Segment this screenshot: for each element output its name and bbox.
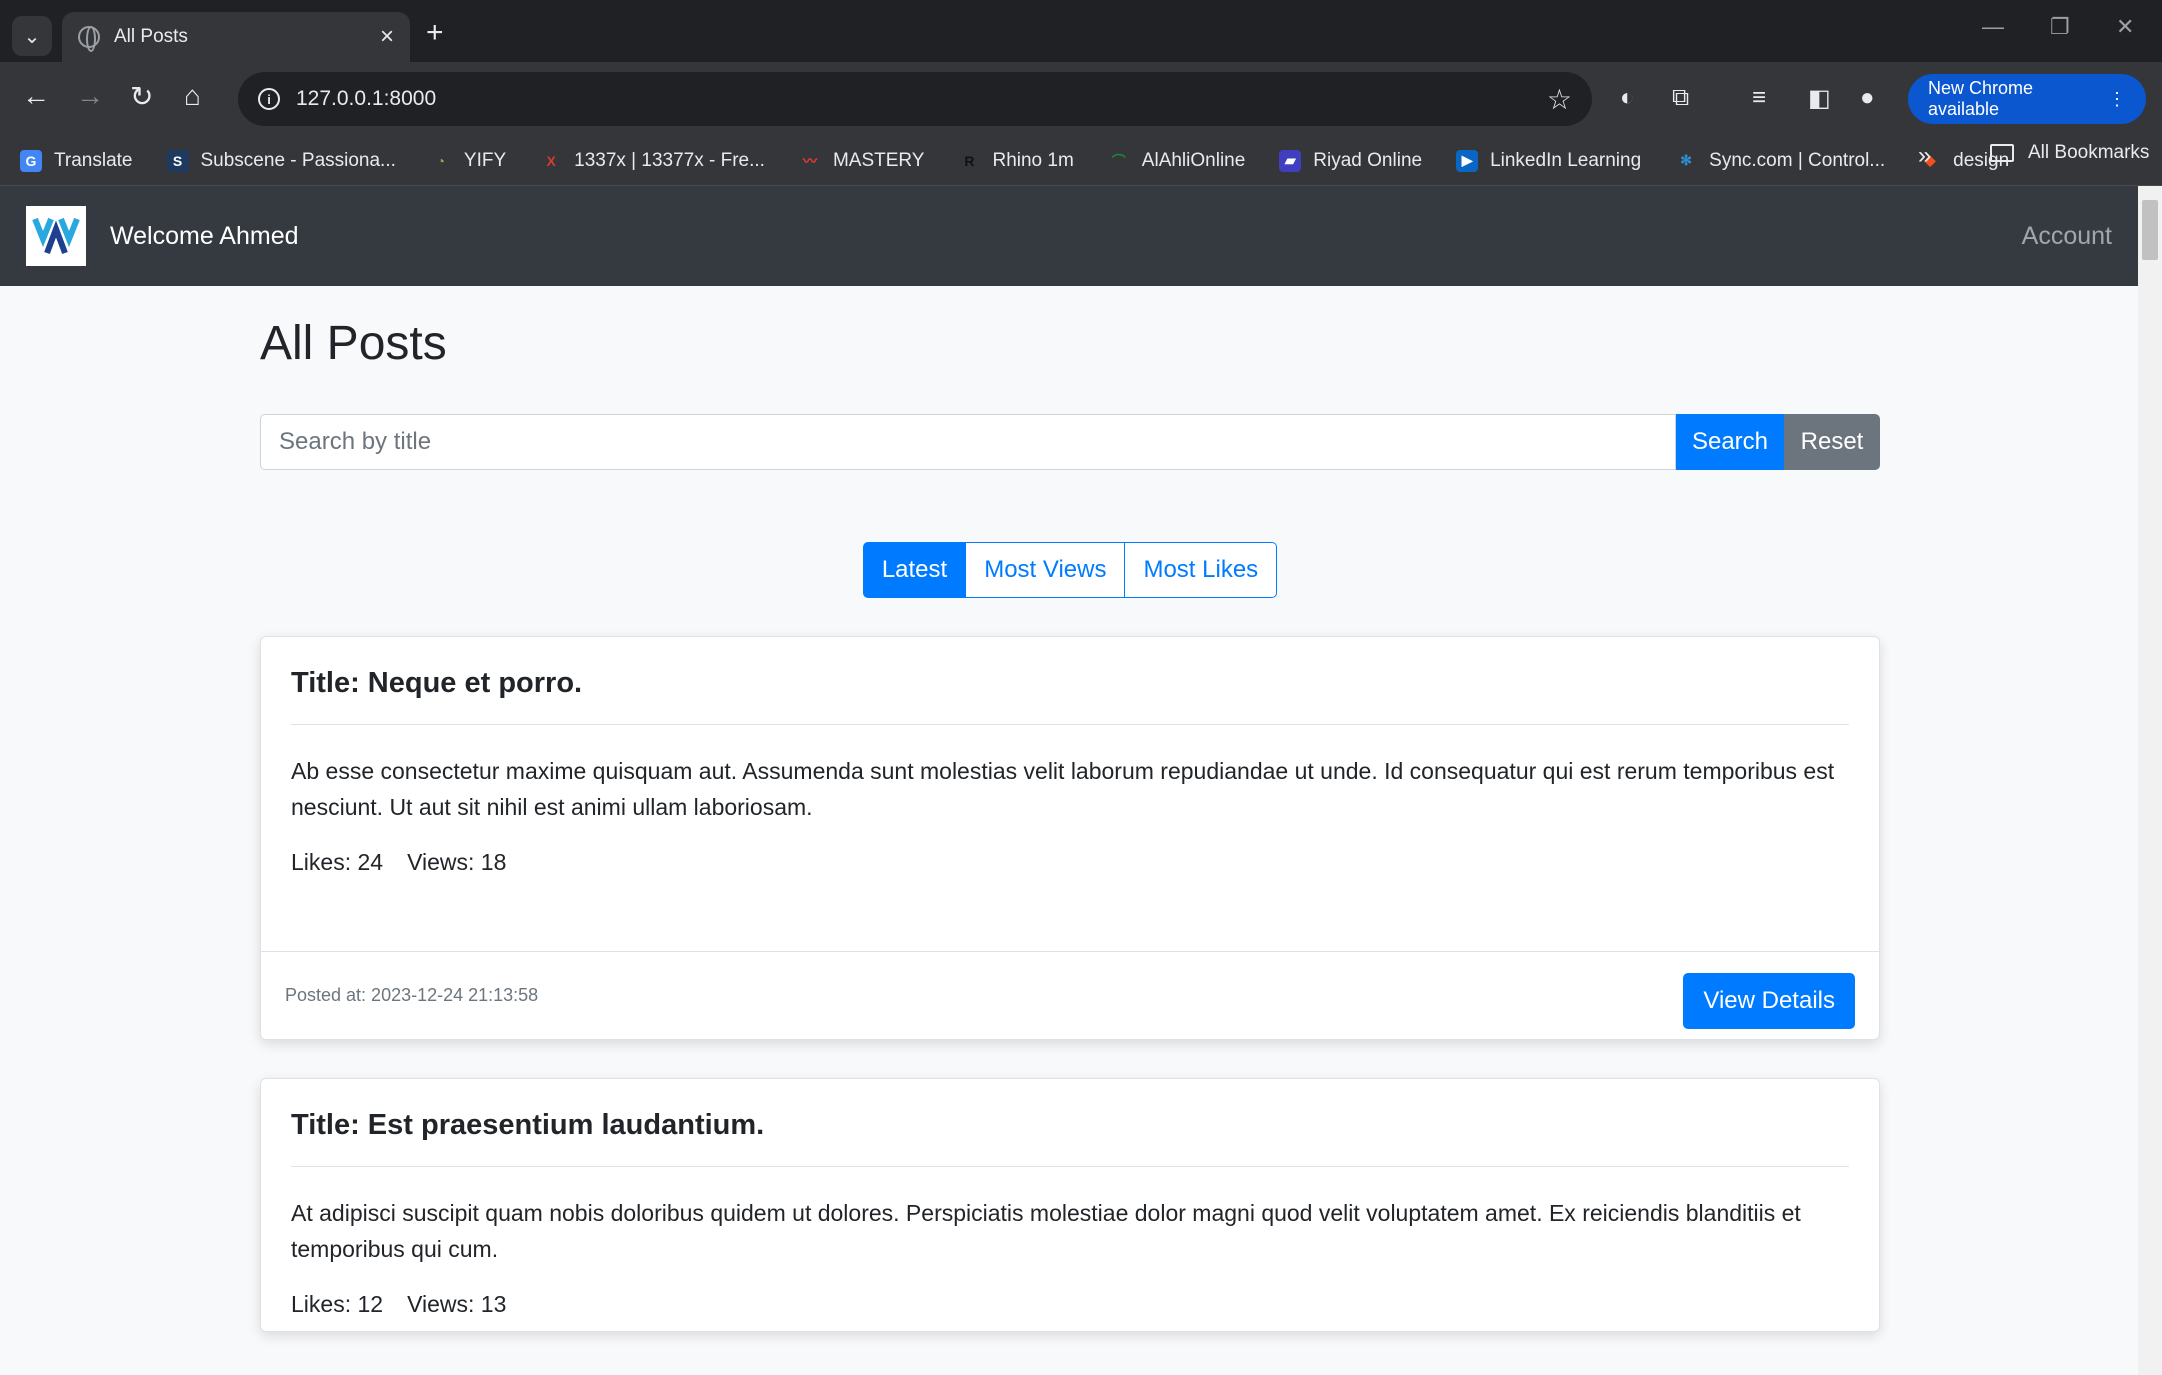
google-translate-icon: G <box>20 149 42 172</box>
new-tab-plus-icon[interactable]: + <box>426 16 444 50</box>
chevron-double-right-icon[interactable]: » <box>1918 142 1931 170</box>
site-info-icon[interactable]: i <box>258 88 280 110</box>
sort-button-group: Latest Most Views Most Likes <box>260 542 1880 598</box>
subscene-icon: S <box>166 149 189 172</box>
main-container: All Posts Search Reset Latest Most Views… <box>260 286 1880 1332</box>
yify-icon: ◔ <box>436 152 446 169</box>
post-views: Views: 18 <box>407 849 507 875</box>
media-queue-icon[interactable]: ≡ <box>1752 84 1766 112</box>
bookmark-item[interactable]: ✻ Sync.com | Control... <box>1675 150 1885 172</box>
browser-tab[interactable]: All Posts × <box>62 12 410 62</box>
folder-icon <box>1990 144 2014 162</box>
close-icon[interactable]: × <box>380 23 394 51</box>
post-timestamp: Posted at: 2023-12-24 21:13:58 <box>285 985 539 1005</box>
extension-shield-icon[interactable]: ◐ <box>1620 84 1635 112</box>
all-bookmarks-button[interactable]: All Bookmarks <box>1990 142 2149 164</box>
bookmark-item[interactable]: ◔ YIFY <box>430 150 506 172</box>
bookmark-item[interactable]: 〰 MASTERY <box>799 150 925 172</box>
new-chrome-available-button[interactable]: New Chrome available ⋮ <box>1908 74 2146 124</box>
post-card-body: Title: Est praesentium laudantium. At ad… <box>261 1079 1879 1331</box>
post-title: Title: Est praesentium laudantium. <box>291 1109 1849 1167</box>
post-stats: Likes: 24 Views: 18 <box>291 849 1849 889</box>
1337x-icon: X <box>546 152 556 169</box>
minimize-icon[interactable]: — <box>1982 14 2004 40</box>
linkedin-learning-icon: ▶ <box>1456 149 1479 172</box>
bookmark-item[interactable]: ⌒ AlAhliOnline <box>1108 150 1246 172</box>
page-viewport: Welcome Ahmed Account All Posts Search R… <box>0 186 2138 1375</box>
sort-latest-button[interactable]: Latest <box>862 542 967 598</box>
search-input[interactable] <box>260 414 1676 470</box>
bookmark-item[interactable]: S Subscene - Passiona... <box>166 149 396 172</box>
tab-title: All Posts <box>114 26 188 47</box>
window-close-icon[interactable]: ✕ <box>2116 14 2134 40</box>
back-arrow-icon[interactable]: ← <box>22 80 50 112</box>
sort-most-likes-button[interactable]: Most Likes <box>1125 542 1278 598</box>
logo-mark-icon <box>32 217 80 255</box>
scrollbar-thumb[interactable] <box>2142 200 2158 260</box>
address-bar[interactable]: i 127.0.0.1:8000 ☆ <box>238 72 1592 126</box>
post-card-body: Title: Neque et porro. Ab esse consectet… <box>261 637 1879 889</box>
post-views: Views: 13 <box>407 1291 507 1317</box>
forward-arrow-icon[interactable]: → <box>76 80 104 112</box>
reset-button[interactable]: Reset <box>1784 414 1880 470</box>
bookmark-item[interactable]: X 1337x | 13377x - Fre... <box>540 150 765 172</box>
post-card: Title: Neque et porro. Ab esse consectet… <box>260 636 1880 1040</box>
sort-most-views-button[interactable]: Most Views <box>966 542 1126 598</box>
home-icon[interactable]: ⌂ <box>184 80 201 112</box>
url-text: 127.0.0.1:8000 <box>296 87 437 110</box>
post-stats: Likes: 12 Views: 13 <box>291 1291 1849 1331</box>
page-scrollbar[interactable] <box>2138 186 2162 1375</box>
bookmark-item[interactable]: ▰ Riyad Online <box>1279 149 1422 172</box>
app-logo[interactable] <box>26 206 86 266</box>
post-title: Title: Neque et porro. <box>291 667 1849 725</box>
navbar-brand[interactable]: Welcome Ahmed <box>110 222 2022 251</box>
rhino-icon: R <box>964 152 975 169</box>
page-title: All Posts <box>260 317 447 370</box>
bookmark-item[interactable]: ▶ LinkedIn Learning <box>1456 149 1641 172</box>
app-navbar: Welcome Ahmed Account <box>0 186 2138 286</box>
view-details-button[interactable]: View Details <box>1683 972 1855 1029</box>
post-likes: Likes: 12 <box>291 1291 384 1317</box>
bookmarks-bar: G Translate S Subscene - Passiona... ◔ YIFY… <box>0 136 2162 186</box>
alahli-icon: ⌒ <box>1111 152 1126 169</box>
globe-icon <box>78 26 100 52</box>
new-chrome-label: New Chrome available <box>1928 78 2034 119</box>
bookmark-star-icon[interactable]: ☆ <box>1547 83 1572 116</box>
profile-avatar-icon[interactable]: ● <box>1860 84 1875 112</box>
riyad-icon: ▰ <box>1279 149 1302 172</box>
browser-tab-strip: ⌄ All Posts × + — ❐ ✕ <box>0 0 2162 62</box>
puzzle-extensions-icon[interactable]: ⧉ <box>1672 84 1689 112</box>
more-vertical-icon: ⋮ <box>2108 88 2126 109</box>
side-panel-icon[interactable]: ◧ <box>1808 84 1831 113</box>
restore-icon[interactable]: ❐ <box>2050 14 2070 40</box>
reload-icon[interactable]: ↻ <box>130 80 153 113</box>
post-likes: Likes: 24 <box>291 849 384 875</box>
post-card: Title: Est praesentium laudantium. At ad… <box>260 1078 1880 1332</box>
mastery-icon: 〰 <box>802 152 817 169</box>
sync-icon: ✻ <box>1680 152 1693 168</box>
post-body: Ab esse consectetur maxime quisquam aut.… <box>291 758 1835 820</box>
tab-search-chevron-icon[interactable]: ⌄ <box>12 16 52 56</box>
account-link[interactable]: Account <box>2022 222 2112 251</box>
bookmark-item[interactable]: R Rhino 1m <box>958 150 1073 172</box>
post-body: At adipisci suscipit quam nobis doloribu… <box>291 1200 1801 1262</box>
bookmark-item[interactable]: G Translate <box>20 149 133 172</box>
search-form: Search Reset <box>260 414 1880 470</box>
search-button[interactable]: Search <box>1676 414 1784 470</box>
post-card-footer: Posted at: 2023-12-24 21:13:58 View Deta… <box>261 951 1879 1039</box>
